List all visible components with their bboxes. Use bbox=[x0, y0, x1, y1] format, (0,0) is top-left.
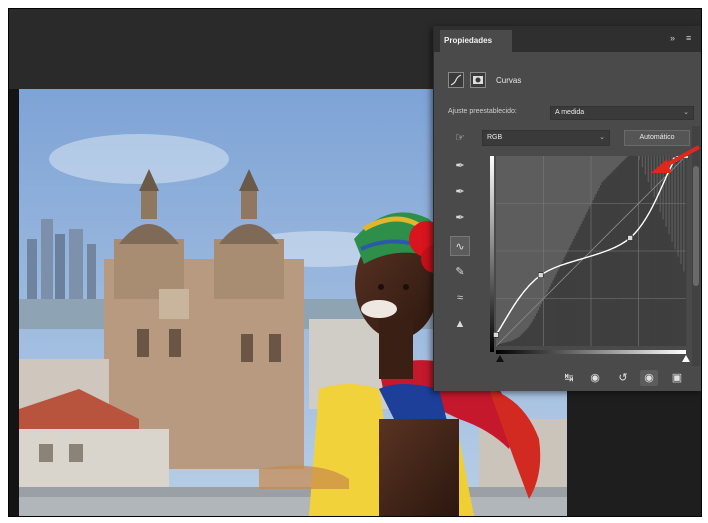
adjustment-title: Curvas bbox=[496, 76, 522, 85]
white-eyedropper-icon[interactable]: ✒ bbox=[450, 208, 470, 228]
adjustment-header: Curvas bbox=[448, 72, 688, 90]
curve-point[interactable] bbox=[493, 332, 499, 338]
hand-icon[interactable]: ☞ bbox=[450, 128, 470, 148]
mask-icon[interactable] bbox=[470, 72, 486, 88]
curves-graph-svg[interactable] bbox=[484, 152, 690, 366]
curve-icon[interactable]: ∿ bbox=[450, 236, 470, 256]
preset-label: Ajuste preestablecido: bbox=[448, 108, 517, 115]
visibility-icon[interactable]: ◉ bbox=[640, 370, 658, 386]
channel-value: RGB bbox=[487, 134, 503, 141]
black-point-slider[interactable] bbox=[496, 355, 504, 362]
annotation-arrow bbox=[651, 145, 700, 173]
curve-point[interactable] bbox=[537, 272, 544, 279]
properties-panel: Propiedades » ≡ Curvas Ajuste preestable… bbox=[433, 26, 701, 391]
preset-value: A medida bbox=[555, 109, 585, 116]
photoshop-workspace: Propiedades » ≡ Curvas Ajuste preestable… bbox=[8, 8, 702, 517]
output-gradient bbox=[490, 156, 494, 352]
input-gradient bbox=[496, 350, 686, 354]
collapse-icon[interactable]: » bbox=[670, 33, 675, 43]
view-previous-icon[interactable]: ◉ bbox=[586, 370, 604, 386]
curves-graph[interactable] bbox=[484, 152, 690, 366]
panel-tab-bar: Propiedades » ≡ bbox=[434, 26, 701, 52]
black-eyedropper-icon[interactable]: ✒ bbox=[450, 156, 470, 176]
gray-eyedropper-icon[interactable]: ✒ bbox=[450, 182, 470, 202]
chevron-down-icon: ⌄ bbox=[599, 134, 605, 141]
curves-icon[interactable] bbox=[448, 72, 464, 88]
panel-menu-icon[interactable]: ≡ bbox=[686, 33, 691, 43]
smooth-icon[interactable]: ≈ bbox=[450, 288, 470, 308]
warning-icon[interactable]: ▲ bbox=[450, 314, 470, 334]
pencil-icon[interactable]: ✎ bbox=[450, 262, 470, 282]
clip-to-layer-icon[interactable]: ↹ bbox=[560, 370, 578, 386]
scrollbar-thumb[interactable] bbox=[693, 166, 699, 286]
preset-select[interactable]: A medida ⌄ bbox=[550, 106, 694, 120]
preset-row: Ajuste preestablecido: A medida ⌄ bbox=[448, 106, 696, 120]
reset-icon[interactable]: ↺ bbox=[614, 370, 632, 386]
channel-select[interactable]: RGB ⌄ bbox=[482, 130, 610, 146]
chevron-down-icon: ⌄ bbox=[683, 109, 689, 116]
panel-bottom-bar: ↹ ◉ ↺ ◉ ▣ bbox=[434, 366, 701, 391]
trash-icon[interactable]: ▣ bbox=[668, 370, 686, 386]
curve-point[interactable] bbox=[627, 235, 633, 241]
tab-properties[interactable]: Propiedades bbox=[440, 30, 512, 52]
white-point-slider[interactable] bbox=[682, 355, 690, 362]
